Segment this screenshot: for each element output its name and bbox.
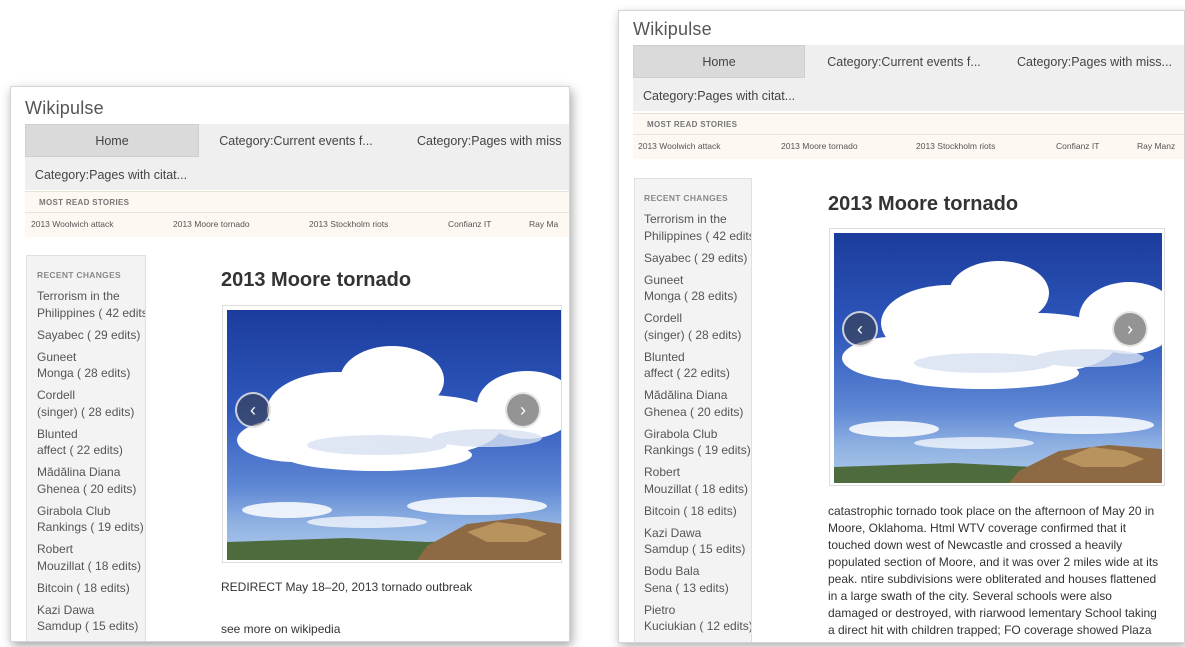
recent-change-item[interactable]: Guneet Monga ( 28 edits) [37, 349, 145, 382]
nav-current-events[interactable]: Category:Current events f... [203, 124, 389, 157]
navbar: Home Category:Current events f... Catego… [25, 124, 569, 190]
recent-change-item[interactable]: Bitcoin ( 18 edits) [644, 503, 751, 520]
most-read-item[interactable]: Confianz IT [1056, 141, 1099, 151]
carousel-prev-button[interactable]: ‹ [235, 392, 271, 428]
recent-change-item[interactable]: Bodu Bala Sena ( 13 edits) [644, 563, 751, 596]
recent-change-item[interactable]: Terrorism in the Philippines ( 42 edits) [37, 288, 145, 321]
recent-changes-list: Terrorism in the Philippines ( 42 edits) … [644, 211, 751, 640]
recent-change-item[interactable]: Pietro Kuciukian ( 12 edits) [644, 602, 751, 635]
carousel-next-button[interactable]: › [1112, 311, 1148, 347]
most-read-item[interactable]: 2013 Woolwich attack [638, 141, 721, 151]
nav-home[interactable]: Home [25, 124, 199, 157]
recent-change-item[interactable]: Kazi Dawa Samdup ( 15 edits) [37, 602, 145, 635]
recent-change-item[interactable]: Mădălina Diana Ghenea ( 20 edits) [37, 464, 145, 497]
carousel-prev-button[interactable]: ‹ [842, 311, 878, 347]
most-read-item[interactable]: 2013 Woolwich attack [31, 219, 114, 229]
carousel-next-button[interactable]: › [505, 392, 541, 428]
article-title: 2013 Moore tornado [828, 193, 1019, 215]
most-read-item[interactable]: Ray Ma [529, 219, 558, 229]
nav-pages-missing[interactable]: Category:Pages with miss... [1003, 45, 1184, 78]
article-title: 2013 Moore tornado [221, 269, 412, 291]
most-read-header: MOST READ STORIES [39, 198, 130, 207]
most-read-bar: MOST READ STORIES 2013 Woolwich attack 2… [633, 113, 1184, 159]
recent-change-item[interactable]: Blunted affect ( 22 edits) [644, 349, 751, 382]
recent-changes-sidebar: RECENT CHANGES Terrorism in the Philippin… [26, 255, 146, 641]
nav-pages-missing[interactable]: Category:Pages with miss [407, 124, 569, 157]
navbar: Home Category:Current events f... Catego… [633, 45, 1184, 111]
recent-change-item[interactable]: Kazi Dawa Samdup ( 15 edits) [644, 525, 751, 558]
sky-photo-image [227, 346, 561, 560]
divider [633, 134, 1184, 135]
photo-carousel: ‹ › [222, 305, 562, 563]
recent-change-item[interactable]: Sayabec ( 29 edits) [644, 250, 751, 267]
brand-logo[interactable]: Wikipulse [633, 19, 712, 40]
article-photo [834, 233, 1162, 483]
recent-changes-list: Terrorism in the Philippines ( 42 edits) … [37, 288, 145, 640]
most-read-bar: MOST READ STORIES 2013 Woolwich attack 2… [25, 191, 569, 237]
nav-pages-citation[interactable]: Category:Pages with citat... [25, 159, 197, 190]
screenshot-right: Wikipulse Home Category:Current events f… [618, 10, 1185, 643]
recent-change-item[interactable]: Blunted affect ( 22 edits) [37, 426, 145, 459]
divider [25, 212, 569, 213]
see-more-link[interactable]: see more on wikipedia [221, 622, 340, 636]
recent-change-item[interactable]: Guneet Monga ( 28 edits) [644, 272, 751, 305]
recent-change-item[interactable]: Robert Mouzillat ( 18 edits) [644, 464, 751, 497]
recent-change-item[interactable]: Mădălina Diana Ghenea ( 20 edits) [644, 387, 751, 420]
most-read-header: MOST READ STORIES [647, 120, 738, 129]
brand-logo[interactable]: Wikipulse [25, 98, 104, 119]
recent-changes-header: RECENT CHANGES [37, 270, 122, 280]
recent-change-item[interactable]: Cordell (singer) ( 28 edits) [37, 387, 145, 420]
most-read-item[interactable]: Ray Manz [1137, 141, 1175, 151]
most-read-item[interactable]: 2013 Moore tornado [781, 141, 858, 151]
recent-change-item[interactable]: Robert Mouzillat ( 18 edits) [37, 541, 145, 574]
redirect-text: REDIRECT May 18–20, 2013 tornado outbrea… [221, 580, 473, 594]
article-summary: catastrophic tornado took place on the a… [828, 504, 1159, 637]
recent-change-item[interactable]: Bitcoin ( 18 edits) [37, 580, 145, 597]
article-photo [227, 310, 561, 560]
recent-change-item[interactable]: Girabola Club Rankings ( 19 edits) [37, 503, 145, 536]
nav-pages-citation[interactable]: Category:Pages with citat... [633, 80, 811, 111]
nav-current-events[interactable]: Category:Current events f... [809, 45, 999, 78]
most-read-item[interactable]: Confianz IT [448, 219, 491, 229]
screenshot-left: Wikipulse Home Category:Current events f… [10, 86, 570, 642]
most-read-item[interactable]: 2013 Stockholm riots [916, 141, 995, 151]
recent-change-item[interactable]: Girabola Club Rankings ( 19 edits) [644, 426, 751, 459]
recent-changes-header: RECENT CHANGES [644, 193, 729, 203]
recent-changes-sidebar: RECENT CHANGES Terrorism in the Philippin… [634, 178, 752, 642]
recent-change-item[interactable]: Terrorism in the Philippines ( 42 edits) [644, 211, 751, 244]
most-read-item[interactable]: 2013 Stockholm riots [309, 219, 388, 229]
most-read-item[interactable]: 2013 Moore tornado [173, 219, 250, 229]
recent-change-item[interactable]: Cordell (singer) ( 28 edits) [644, 310, 751, 343]
nav-home[interactable]: Home [633, 45, 805, 78]
recent-change-item[interactable]: Sayabec ( 29 edits) [37, 327, 145, 344]
photo-carousel: ‹ › [829, 228, 1165, 486]
sky-photo-image [834, 261, 1162, 483]
